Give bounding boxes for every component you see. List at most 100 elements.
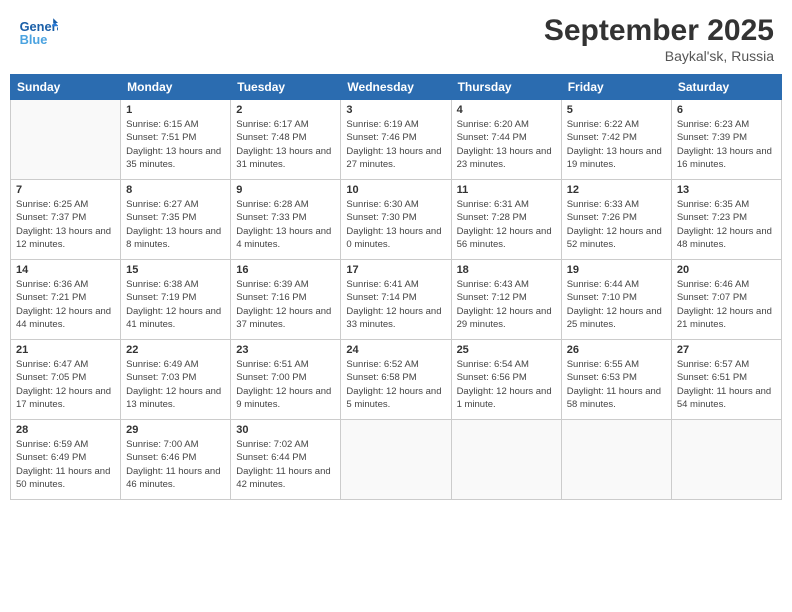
calendar-cell: 7 Sunrise: 6:25 AMSunset: 7:37 PMDaylight… xyxy=(11,180,121,260)
day-number: 17 xyxy=(346,264,445,276)
day-number: 15 xyxy=(126,264,225,276)
day-number: 3 xyxy=(346,104,445,116)
day-number: 13 xyxy=(677,184,776,196)
day-detail: Sunrise: 6:55 AMSunset: 6:53 PMDaylight:… xyxy=(567,358,666,411)
day-detail: Sunrise: 6:22 AMSunset: 7:42 PMDaylight:… xyxy=(567,118,666,171)
day-number: 30 xyxy=(236,424,335,436)
day-number: 5 xyxy=(567,104,666,116)
calendar-cell: 1 Sunrise: 6:15 AMSunset: 7:51 PMDaylight… xyxy=(121,100,231,180)
day-number: 2 xyxy=(236,104,335,116)
day-detail: Sunrise: 6:43 AMSunset: 7:12 PMDaylight:… xyxy=(457,278,556,331)
day-number: 14 xyxy=(16,264,115,276)
calendar-cell: 15 Sunrise: 6:38 AMSunset: 7:19 PMDayligh… xyxy=(121,260,231,340)
calendar-week-row: 7 Sunrise: 6:25 AMSunset: 7:37 PMDaylight… xyxy=(11,180,782,260)
day-detail: Sunrise: 6:15 AMSunset: 7:51 PMDaylight:… xyxy=(126,118,225,171)
svg-text:Blue: Blue xyxy=(20,32,48,47)
title-block: September 2025 Baykal'sk, Russia xyxy=(544,14,774,64)
day-detail: Sunrise: 6:28 AMSunset: 7:33 PMDaylight:… xyxy=(236,198,335,251)
day-number: 18 xyxy=(457,264,556,276)
day-number: 10 xyxy=(346,184,445,196)
calendar-cell: 26 Sunrise: 6:55 AMSunset: 6:53 PMDayligh… xyxy=(561,340,671,420)
day-detail: Sunrise: 7:02 AMSunset: 6:44 PMDaylight:… xyxy=(236,438,335,491)
day-detail: Sunrise: 6:23 AMSunset: 7:39 PMDaylight:… xyxy=(677,118,776,171)
weekday-header-row: SundayMondayTuesdayWednesdayThursdayFrid… xyxy=(11,75,782,100)
day-detail: Sunrise: 6:46 AMSunset: 7:07 PMDaylight:… xyxy=(677,278,776,331)
day-detail: Sunrise: 6:47 AMSunset: 7:05 PMDaylight:… xyxy=(16,358,115,411)
calendar-cell xyxy=(561,420,671,500)
weekday-header: Wednesday xyxy=(341,75,451,100)
day-detail: Sunrise: 6:19 AMSunset: 7:46 PMDaylight:… xyxy=(346,118,445,171)
calendar-cell: 30 Sunrise: 7:02 AMSunset: 6:44 PMDayligh… xyxy=(231,420,341,500)
calendar-cell: 22Sunrise: 6:49 AMSunset: 7:03 PMDayligh… xyxy=(121,340,231,420)
day-number: 9 xyxy=(236,184,335,196)
calendar-cell: 23Sunrise: 6:51 AMSunset: 7:00 PMDayligh… xyxy=(231,340,341,420)
day-number: 24 xyxy=(346,344,445,356)
weekday-header: Saturday xyxy=(671,75,781,100)
day-number: 7 xyxy=(16,184,115,196)
day-detail: Sunrise: 6:39 AMSunset: 7:16 PMDaylight:… xyxy=(236,278,335,331)
day-number: 1 xyxy=(126,104,225,116)
day-number: 16 xyxy=(236,264,335,276)
day-number: 27 xyxy=(677,344,776,356)
day-detail: Sunrise: 6:35 AMSunset: 7:23 PMDaylight:… xyxy=(677,198,776,251)
day-detail: Sunrise: 6:41 AMSunset: 7:14 PMDaylight:… xyxy=(346,278,445,331)
calendar-cell xyxy=(671,420,781,500)
calendar-cell: 29Sunrise: 7:00 AMSunset: 6:46 PMDayligh… xyxy=(121,420,231,500)
day-detail: Sunrise: 6:38 AMSunset: 7:19 PMDaylight:… xyxy=(126,278,225,331)
weekday-header: Thursday xyxy=(451,75,561,100)
logo: General Blue xyxy=(18,14,62,52)
weekday-header: Tuesday xyxy=(231,75,341,100)
logo-icon: General Blue xyxy=(18,14,58,52)
day-detail: Sunrise: 6:51 AMSunset: 7:00 PMDaylight:… xyxy=(236,358,335,411)
day-detail: Sunrise: 6:30 AMSunset: 7:30 PMDaylight:… xyxy=(346,198,445,251)
day-detail: Sunrise: 6:57 AMSunset: 6:51 PMDaylight:… xyxy=(677,358,776,411)
calendar-week-row: 21 Sunrise: 6:47 AMSunset: 7:05 PMDayligh… xyxy=(11,340,782,420)
calendar-cell xyxy=(451,420,561,500)
day-detail: Sunrise: 6:59 AMSunset: 6:49 PMDaylight:… xyxy=(16,438,115,491)
day-detail: Sunrise: 6:52 AMSunset: 6:58 PMDaylight:… xyxy=(346,358,445,411)
calendar-cell: 19Sunrise: 6:44 AMSunset: 7:10 PMDayligh… xyxy=(561,260,671,340)
day-number: 25 xyxy=(457,344,556,356)
calendar-cell: 9 Sunrise: 6:28 AMSunset: 7:33 PMDaylight… xyxy=(231,180,341,260)
day-detail: Sunrise: 6:33 AMSunset: 7:26 PMDaylight:… xyxy=(567,198,666,251)
month-year-title: September 2025 xyxy=(544,14,774,48)
calendar-cell: 20Sunrise: 6:46 AMSunset: 7:07 PMDayligh… xyxy=(671,260,781,340)
day-number: 8 xyxy=(126,184,225,196)
page-header: General Blue September 2025 Baykal'sk, R… xyxy=(10,10,782,68)
calendar-cell: 14Sunrise: 6:36 AMSunset: 7:21 PMDayligh… xyxy=(11,260,121,340)
day-number: 12 xyxy=(567,184,666,196)
calendar-cell: 17 Sunrise: 6:41 AMSunset: 7:14 PMDayligh… xyxy=(341,260,451,340)
calendar-table: SundayMondayTuesdayWednesdayThursdayFrid… xyxy=(10,74,782,500)
day-detail: Sunrise: 6:31 AMSunset: 7:28 PMDaylight:… xyxy=(457,198,556,251)
calendar-week-row: 28Sunrise: 6:59 AMSunset: 6:49 PMDayligh… xyxy=(11,420,782,500)
weekday-header: Friday xyxy=(561,75,671,100)
calendar-cell xyxy=(341,420,451,500)
day-number: 21 xyxy=(16,344,115,356)
day-number: 11 xyxy=(457,184,556,196)
calendar-cell: 27 Sunrise: 6:57 AMSunset: 6:51 PMDayligh… xyxy=(671,340,781,420)
day-detail: Sunrise: 6:27 AMSunset: 7:35 PMDaylight:… xyxy=(126,198,225,251)
day-number: 29 xyxy=(126,424,225,436)
calendar-cell: 10 Sunrise: 6:30 AMSunset: 7:30 PMDayligh… xyxy=(341,180,451,260)
weekday-header: Sunday xyxy=(11,75,121,100)
calendar-cell: 6 Sunrise: 6:23 AMSunset: 7:39 PMDaylight… xyxy=(671,100,781,180)
calendar-week-row: 14Sunrise: 6:36 AMSunset: 7:21 PMDayligh… xyxy=(11,260,782,340)
calendar-week-row: 1 Sunrise: 6:15 AMSunset: 7:51 PMDaylight… xyxy=(11,100,782,180)
day-number: 4 xyxy=(457,104,556,116)
calendar-cell: 13 Sunrise: 6:35 AMSunset: 7:23 PMDayligh… xyxy=(671,180,781,260)
day-number: 19 xyxy=(567,264,666,276)
calendar-cell: 28Sunrise: 6:59 AMSunset: 6:49 PMDayligh… xyxy=(11,420,121,500)
day-detail: Sunrise: 6:54 AMSunset: 6:56 PMDaylight:… xyxy=(457,358,556,411)
calendar-cell xyxy=(11,100,121,180)
calendar-cell: 2Sunrise: 6:17 AMSunset: 7:48 PMDaylight… xyxy=(231,100,341,180)
day-number: 26 xyxy=(567,344,666,356)
location-subtitle: Baykal'sk, Russia xyxy=(544,48,774,64)
calendar-cell: 18 Sunrise: 6:43 AMSunset: 7:12 PMDayligh… xyxy=(451,260,561,340)
calendar-cell: 4Sunrise: 6:20 AMSunset: 7:44 PMDaylight… xyxy=(451,100,561,180)
calendar-cell: 3 Sunrise: 6:19 AMSunset: 7:46 PMDaylight… xyxy=(341,100,451,180)
calendar-cell: 24 Sunrise: 6:52 AMSunset: 6:58 PMDayligh… xyxy=(341,340,451,420)
calendar-cell: 8 Sunrise: 6:27 AMSunset: 7:35 PMDaylight… xyxy=(121,180,231,260)
weekday-header: Monday xyxy=(121,75,231,100)
day-number: 6 xyxy=(677,104,776,116)
day-detail: Sunrise: 6:25 AMSunset: 7:37 PMDaylight:… xyxy=(16,198,115,251)
